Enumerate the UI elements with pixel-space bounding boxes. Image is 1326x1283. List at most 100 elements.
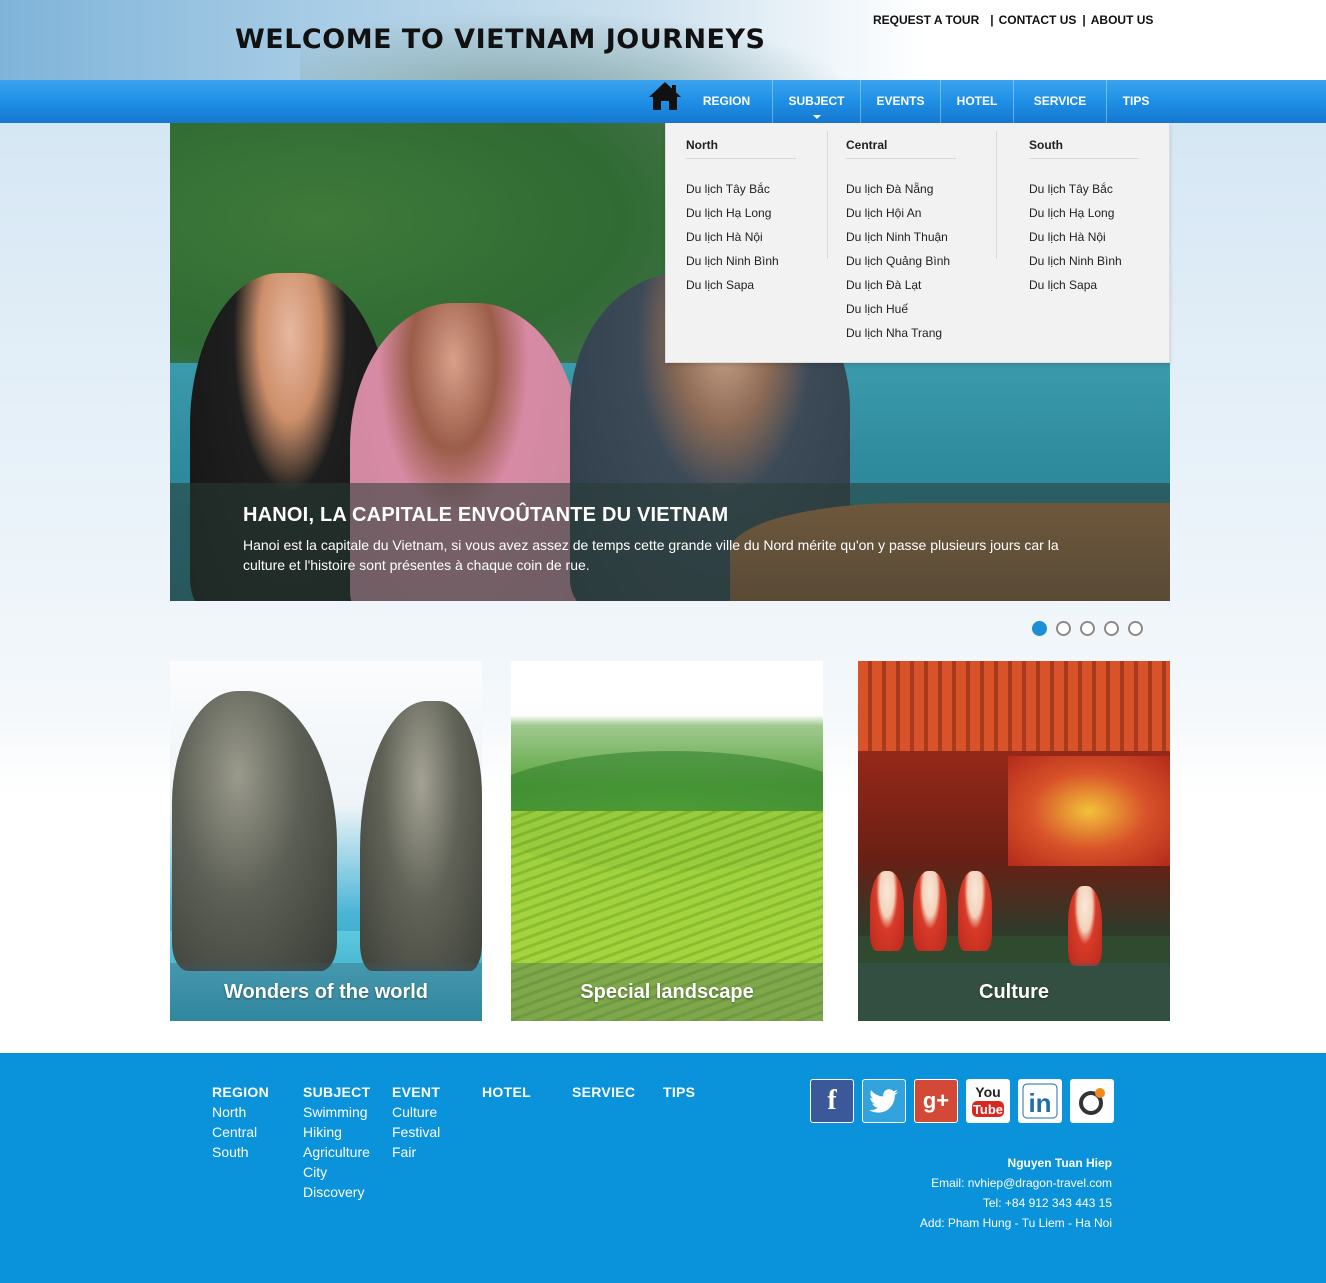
svg-text:in: in [1028, 1088, 1051, 1118]
footer-link[interactable]: City [303, 1162, 370, 1182]
hero-description: Hanoi est la capitale du Vietnam, si vou… [243, 537, 1059, 573]
card-image-puppet [1068, 886, 1102, 966]
card-image-puppet [870, 871, 904, 951]
card-image-rock [360, 701, 482, 971]
footer-link[interactable]: South [212, 1142, 269, 1162]
dropdown-column-south: South Du lịch Tây Bắc Du lịch Hạ Long Du… [1029, 123, 1139, 303]
slider-dot-4[interactable] [1104, 621, 1119, 636]
footer-column-region: REGION North Central South [212, 1084, 269, 1162]
contact-address: Add: Pham Hung - Tu Liem - Ha Noi [919, 1216, 1112, 1230]
contact-info: Nguyen Tuan Hiep Email: nvhiep@dragon-tr… [920, 1153, 1112, 1233]
svg-text:You: You [975, 1084, 1000, 1100]
dropdown-item[interactable]: Du lịch Sapa [686, 279, 796, 303]
dropdown-column-north: North Du lịch Tây Bắc Du lịch Hạ Long Du… [686, 123, 796, 303]
contact-name: Nguyen Tuan Hiep [1007, 1156, 1112, 1170]
footer-column-event: EVENT Culture Festival Fair [392, 1084, 440, 1162]
top-link-separator: | [990, 13, 994, 27]
footer-column-tips: TIPS [663, 1084, 695, 1102]
dropdown-item[interactable]: Du lịch Tây Bắc [686, 183, 796, 207]
caret-down-icon [812, 115, 821, 119]
dropdown-heading: Central [846, 123, 956, 159]
footer-link[interactable]: Fair [392, 1142, 440, 1162]
dropdown-item[interactable]: Du lịch Ninh Bình [686, 255, 796, 279]
footer-heading[interactable]: SERVIEC [572, 1084, 635, 1100]
about-us-link[interactable]: ABOUT US [1091, 13, 1154, 27]
nav-service[interactable]: SERVICE [1014, 80, 1107, 123]
card-caption: Wonders of the world [170, 963, 482, 1021]
footer-heading[interactable]: EVENT [392, 1084, 440, 1100]
dropdown-heading: South [1029, 123, 1139, 159]
footer-link[interactable]: North [212, 1102, 269, 1122]
footer-column-service: SERVIEC [572, 1084, 635, 1102]
nav-subject-label: SUBJECT [788, 94, 845, 108]
nav-events[interactable]: EVENTS [861, 80, 941, 123]
linkedin-icon[interactable]: in [1018, 1079, 1062, 1123]
dropdown-item[interactable]: Du lịch Hạ Long [1029, 207, 1139, 231]
slider-dot-2[interactable] [1056, 621, 1071, 636]
slider-dot-5[interactable] [1128, 621, 1143, 636]
orkut-icon[interactable] [1070, 1079, 1114, 1123]
card-image-dragon-banner [1008, 756, 1170, 866]
dropdown-item[interactable]: Du lịch Hội An [846, 207, 956, 231]
footer-heading[interactable]: REGION [212, 1084, 269, 1100]
twitter-icon[interactable] [862, 1079, 906, 1123]
main-nav: REGION SUBJECT EVENTS HOTEL SERVICE TIPS [0, 80, 1326, 123]
home-icon[interactable] [647, 80, 683, 112]
site-title[interactable]: WELCOME TO VIETNAM JOURNEYS [235, 24, 766, 55]
dropdown-item[interactable]: Du lịch Ninh Bình [1029, 255, 1139, 279]
footer-link[interactable]: Agriculture [303, 1142, 370, 1162]
footer-link[interactable]: Culture [392, 1102, 440, 1122]
dropdown-item[interactable]: Du lịch Đà Nẵng [846, 183, 956, 207]
nav-region[interactable]: REGION [681, 80, 773, 123]
slider-pagination [1032, 621, 1143, 636]
slider-dot-1[interactable] [1032, 621, 1047, 636]
dropdown-item[interactable]: Du lịch Sapa [1029, 279, 1139, 303]
card-caption: Special landscape [511, 963, 823, 1021]
request-a-tour-link[interactable]: REQUEST A TOUR [873, 13, 979, 27]
footer-heading[interactable]: SUBJECT [303, 1084, 370, 1100]
dropdown-item[interactable]: Du lịch Hạ Long [686, 207, 796, 231]
footer-heading[interactable]: TIPS [663, 1084, 695, 1100]
youtube-icon[interactable]: You Tube [966, 1079, 1010, 1123]
footer-link[interactable]: Discovery [303, 1182, 370, 1202]
dropdown-item[interactable]: Du lịch Nha Trang [846, 327, 956, 351]
subject-dropdown-menu: North Du lịch Tây Bắc Du lịch Hạ Long Du… [665, 123, 1170, 363]
site-header: WELCOME TO VIETNAM JOURNEYS REQUEST A TO… [0, 0, 1326, 80]
hero-title[interactable]: HANOI, LA CAPITALE ENVOÛTANTE DU VIETNAM [243, 504, 728, 527]
card-image-puppet [958, 871, 992, 951]
card-landscape[interactable]: Special landscape [511, 661, 823, 1021]
footer-link[interactable]: Festival [392, 1122, 440, 1142]
site-footer: REGION North Central South SUBJECT Swimm… [0, 1053, 1326, 1283]
slider-dot-3[interactable] [1080, 621, 1095, 636]
card-image-roof [858, 661, 1170, 751]
card-image-puppet [913, 871, 947, 951]
footer-column-subject: SUBJECT Swimming Hiking Agriculture City… [303, 1084, 370, 1202]
facebook-icon[interactable]: f [810, 1079, 854, 1123]
nav-subject[interactable]: SUBJECT [773, 80, 861, 123]
dropdown-item[interactable]: Du lịch Hà Nội [686, 231, 796, 255]
contact-us-link[interactable]: CONTACT US [999, 13, 1077, 27]
nav-tips[interactable]: TIPS [1107, 80, 1165, 123]
contact-email[interactable]: Email: nvhiep@dragon-travel.com [920, 1173, 1112, 1193]
dropdown-column-central: Central Du lịch Đà Nẵng Du lịch Hội An D… [846, 123, 956, 351]
dropdown-item[interactable]: Du lịch Ninh Thuận [846, 231, 956, 255]
footer-link[interactable]: Central [212, 1122, 269, 1142]
top-links: REQUEST A TOUR | CONTACT US | ABOUT US [873, 13, 1153, 27]
footer-link[interactable]: Swimming [303, 1102, 370, 1122]
dropdown-item[interactable]: Du lịch Huế [846, 303, 956, 327]
card-wonders[interactable]: Wonders of the world [170, 661, 482, 1021]
dropdown-item[interactable]: Du lịch Quảng Bình [846, 255, 956, 279]
dropdown-item[interactable]: Du lịch Hà Nội [1029, 231, 1139, 255]
dropdown-divider [996, 131, 997, 259]
dropdown-heading: North [686, 123, 796, 159]
google-plus-icon[interactable]: g+ [914, 1079, 958, 1123]
dropdown-item[interactable]: Du lịch Đà Lạt [846, 279, 956, 303]
footer-link[interactable]: Hiking [303, 1122, 370, 1142]
nav-hotel[interactable]: HOTEL [941, 80, 1014, 123]
hero-caption: HANOI, LA CAPITALE ENVOÛTANTE DU VIETNAM… [170, 483, 1170, 601]
footer-heading[interactable]: HOTEL [482, 1084, 531, 1100]
card-culture[interactable]: Culture [858, 661, 1170, 1021]
dropdown-divider [827, 131, 828, 259]
contact-phone: Tel: +84 912 343 443 15 [982, 1196, 1112, 1210]
dropdown-item[interactable]: Du lịch Tây Bắc [1029, 183, 1139, 207]
